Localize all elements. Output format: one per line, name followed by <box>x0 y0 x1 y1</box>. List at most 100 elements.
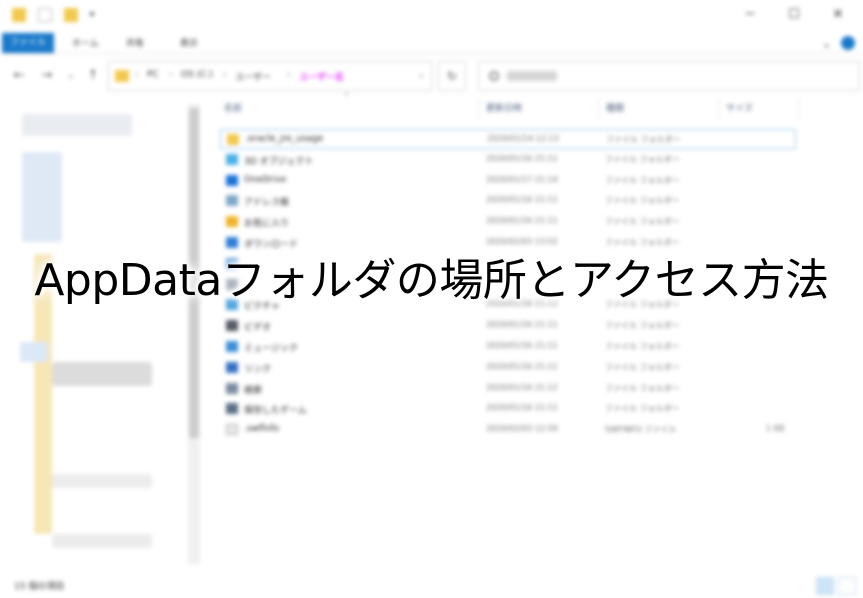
column-divider[interactable] <box>798 98 799 120</box>
file-row[interactable]: .swflnfo 2020/02/03 12:59 SWFINFO ファイル 1 KB <box>220 420 796 440</box>
favorites-star-icon <box>226 216 238 228</box>
file-name: 検索 <box>244 385 263 396</box>
file-type: ファイル フォルダー <box>605 196 680 206</box>
file-type: ファイル フォルダー <box>605 383 680 393</box>
title-bar: ▾ ─ ☐ ✕ <box>0 0 863 32</box>
column-header-type[interactable]: 種類 <box>606 98 624 120</box>
up-button[interactable]: ↑ <box>86 68 100 84</box>
folder-icon <box>115 70 129 82</box>
large-icons-view-button[interactable] <box>838 577 856 595</box>
breadcrumb-separator: › <box>169 70 173 80</box>
file-row[interactable]: ビデオ 2020/01/16 21:11 ファイル フォルダー <box>220 316 796 336</box>
file-date: 2020/02/03 12:59 <box>486 424 558 434</box>
column-header-size[interactable]: サイズ <box>726 98 753 120</box>
tab-share[interactable]: 共有 <box>118 35 152 53</box>
nav-item[interactable] <box>52 474 152 488</box>
file-type: ファイル フォルダー <box>605 342 680 351</box>
file-row[interactable]: 検索 2020/01/16 21:12 ファイル フォルダー <box>220 379 796 399</box>
folder-icon <box>12 8 26 22</box>
videos-icon <box>226 320 238 332</box>
close-button[interactable]: ✕ <box>828 6 848 24</box>
new-folder-icon[interactable] <box>64 8 78 22</box>
breadcrumb-drive[interactable]: OS (C:) <box>181 70 213 80</box>
address-bar[interactable]: › PC › OS (C:) › ユーザー › ユーザー名 ⌄ <box>108 61 432 91</box>
column-divider[interactable] <box>598 98 599 120</box>
quick-access-dropdown[interactable]: ▾ <box>82 6 102 24</box>
search-placeholder <box>507 71 557 81</box>
file-size: 1 KB <box>766 424 785 434</box>
file-name: アドレス帳 <box>244 198 290 209</box>
column-divider[interactable] <box>478 98 479 120</box>
file-name: ミュージック <box>244 344 298 354</box>
recent-locations-button[interactable]: ⌄ <box>64 68 78 84</box>
file-name: 3D オブジェクト <box>244 156 314 167</box>
file-date: 2020/01/14 12:13 <box>487 134 559 143</box>
nav-item[interactable] <box>52 534 152 548</box>
breadcrumb-users[interactable]: ユーザー <box>235 70 271 83</box>
file-name: .oracle_jre_usage <box>245 134 324 144</box>
file-date: 2020/01/16 21:11 <box>486 153 558 163</box>
breadcrumb-separator: › <box>223 70 227 80</box>
file-row[interactable]: OneDrive 2020/01/17 21:14 ファイル フォルダー <box>220 171 796 191</box>
file-type: ファイル フォルダー <box>605 321 680 331</box>
sort-arrow-icon: ^ <box>343 92 350 101</box>
tab-home[interactable]: ホーム <box>64 35 107 53</box>
file-name: OneDrive <box>244 174 287 185</box>
file-type: ファイル フォルダー <box>605 217 680 227</box>
file-date: 2020/01/16 21:11 <box>486 216 558 226</box>
navigation-pane <box>0 94 203 574</box>
file-name: .swflnfo <box>244 424 279 435</box>
saved-games-icon <box>226 403 238 415</box>
file-row[interactable]: .oracle_jre_usage 2020/01/14 12:13 ファイル フォ… <box>220 129 796 149</box>
file-row[interactable]: ミュージック 2020/01/16 21:11 ファイル フォルダー <box>220 337 796 357</box>
file-row[interactable]: アドレス帳 2020/01/16 21:11 ファイル フォルダー <box>220 191 796 211</box>
file-row[interactable]: お気に入り 2020/01/16 21:11 ファイル フォルダー <box>220 212 796 232</box>
onedrive-icon <box>226 174 238 186</box>
file-row[interactable]: 保存したゲーム 2020/01/16 21:11 ファイル フォルダー <box>220 399 796 419</box>
file-type: ファイル フォルダー <box>605 154 680 164</box>
file-date: 2020/01/16 21:11 <box>486 361 558 371</box>
search-folder-icon <box>226 382 238 394</box>
music-icon <box>226 341 238 352</box>
ribbon-expand-chevron-icon[interactable]: ⌄ <box>814 35 839 53</box>
file-name: ビデオ <box>244 323 272 334</box>
breadcrumb-separator: › <box>287 70 291 80</box>
file-name: リンク <box>244 364 272 375</box>
file-type: ファイル フォルダー <box>605 404 680 414</box>
minimize-button[interactable]: ─ <box>740 6 760 24</box>
breadcrumb-separator: › <box>135 70 139 80</box>
breadcrumb-username[interactable]: ユーザー名 <box>299 70 344 83</box>
nav-item-quick-access[interactable] <box>22 114 132 136</box>
back-button[interactable]: ← <box>12 68 26 84</box>
tab-view[interactable]: 表示 <box>172 35 206 53</box>
nav-item-selected[interactable] <box>52 362 152 386</box>
contacts-icon <box>226 195 238 207</box>
file-name: お気に入り <box>244 219 290 230</box>
folder-icon <box>227 134 239 145</box>
tab-file[interactable]: ファイル <box>2 33 55 53</box>
3d-objects-icon <box>226 153 238 165</box>
file-row[interactable]: 3D オブジェクト 2020/01/16 21:11 ファイル フォルダー <box>220 150 796 170</box>
ribbon: ファイル ホーム 共有 表示 ⌄ <box>0 32 863 54</box>
item-count: 15 個の項目 <box>14 582 65 592</box>
refresh-button[interactable]: ↻ <box>438 61 466 91</box>
file-date: 2020/01/16 21:11 <box>486 195 558 205</box>
search-input[interactable] <box>478 61 860 91</box>
properties-icon[interactable] <box>38 8 52 22</box>
column-header-date[interactable]: 更新日時 <box>486 98 522 120</box>
column-header-name[interactable]: 名前 <box>224 98 242 120</box>
file-date: 2020/01/16 21:11 <box>486 403 558 413</box>
maximize-button[interactable]: ☐ <box>784 6 804 24</box>
file-date: 2020/01/16 21:12 <box>486 382 558 392</box>
forward-button[interactable]: → <box>40 68 54 84</box>
file-row[interactable]: リンク 2020/01/16 21:11 ファイル フォルダー <box>220 358 796 378</box>
nav-item-group[interactable] <box>22 152 62 242</box>
details-view-button[interactable] <box>816 577 834 595</box>
column-divider[interactable] <box>718 98 719 120</box>
file-type: ファイル フォルダー <box>605 362 680 372</box>
address-dropdown-icon[interactable]: ⌄ <box>417 70 425 80</box>
help-icon[interactable] <box>841 36 855 50</box>
nav-item-pc[interactable] <box>20 342 48 362</box>
address-row: ← → ⌄ ↑ › PC › OS (C:) › ユーザー › ユーザー名 ⌄ … <box>0 58 863 94</box>
breadcrumb-pc[interactable]: PC <box>147 70 159 80</box>
